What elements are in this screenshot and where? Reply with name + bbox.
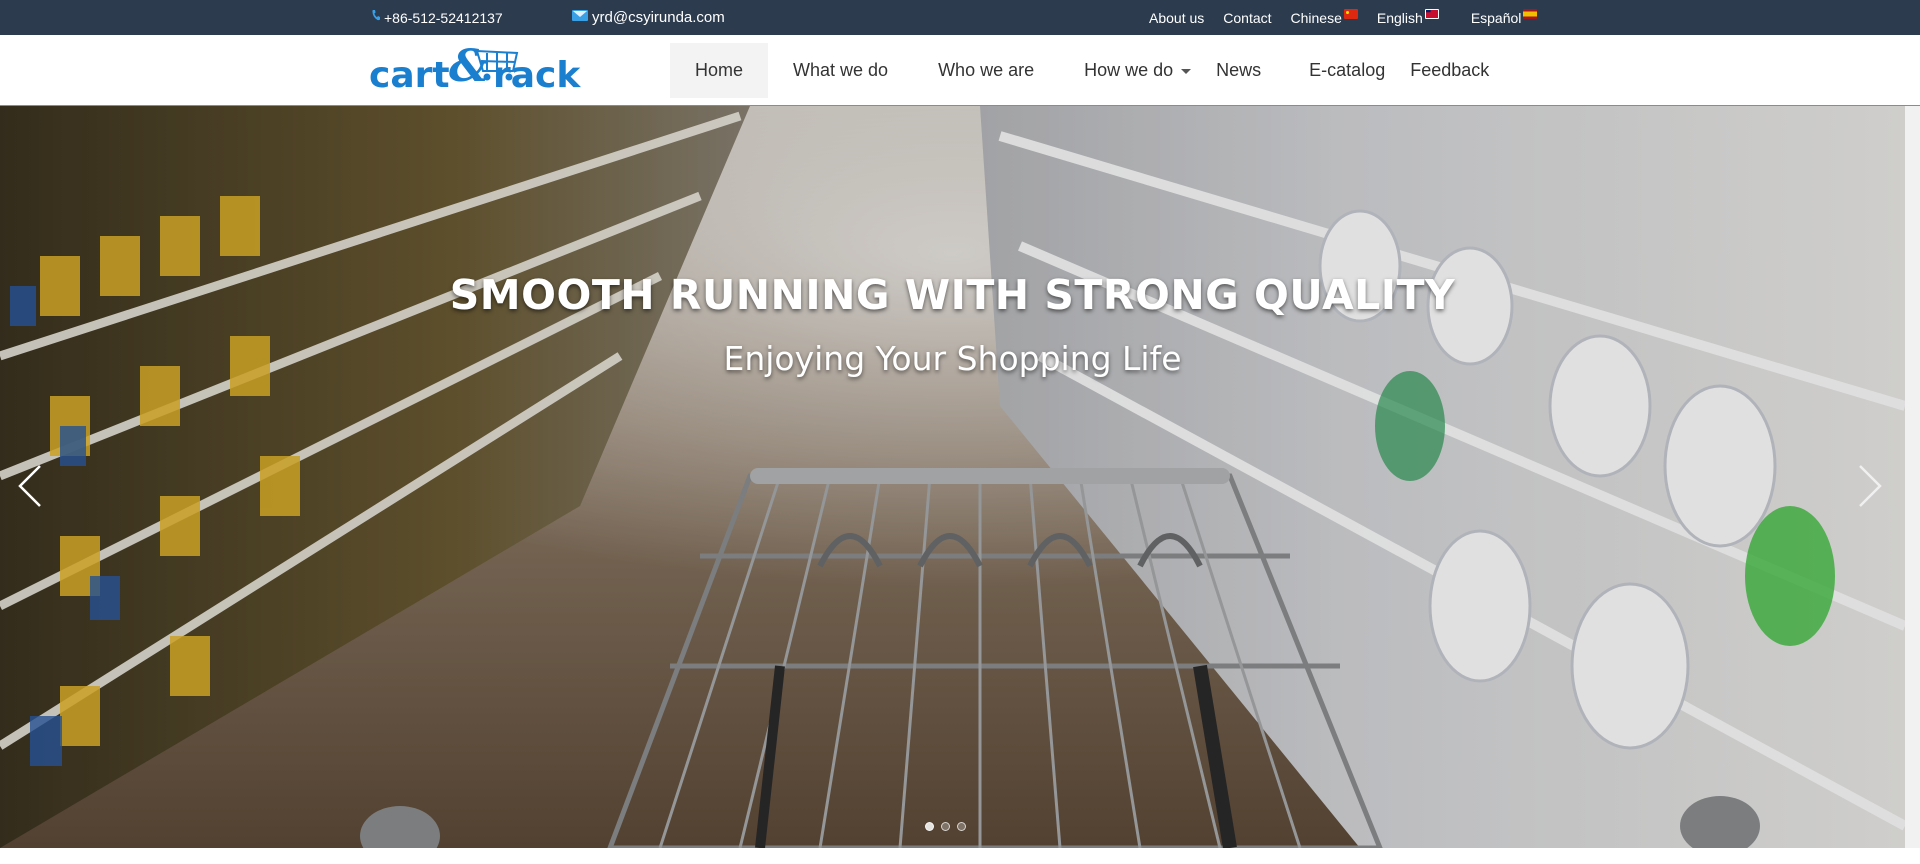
nav-who-we-are[interactable]: Who we are <box>938 43 1034 98</box>
svg-text:cart: cart <box>369 55 450 96</box>
chevron-down-icon <box>1181 69 1192 74</box>
nav-what-we-do[interactable]: What we do <box>793 43 888 98</box>
svg-text:rack: rack <box>493 55 581 96</box>
language-espanol-label[interactable]: Español <box>1471 10 1522 26</box>
main-nav: Home What we do Who we are How we do New… <box>670 43 1489 98</box>
top-links: About us Contact Chinese English Español <box>1149 0 1556 35</box>
slider-dot-2[interactable] <box>941 822 950 831</box>
phone-contact: +86-512-52412137 <box>372 0 503 35</box>
language-chinese[interactable]: Chinese <box>1291 8 1358 26</box>
chevron-right-icon[interactable] <box>1852 456 1888 516</box>
link-contact[interactable]: Contact <box>1223 10 1271 26</box>
link-about-us-label[interactable]: About us <box>1149 10 1204 26</box>
email-address[interactable]: yrd@csyirunda.com <box>592 9 725 26</box>
link-contact-label[interactable]: Contact <box>1223 10 1271 26</box>
nav-home-label[interactable]: Home <box>695 60 743 81</box>
link-about-us[interactable]: About us <box>1149 10 1204 26</box>
nav-feedback[interactable]: Feedback <box>1410 43 1489 98</box>
site-header: cart & rack Home What we do Who we are H… <box>0 35 1920 106</box>
email-contact[interactable]: yrd@csyirunda.com <box>572 0 725 35</box>
hero-background-image <box>0 106 1905 848</box>
nav-e-catalog-label[interactable]: E-catalog <box>1309 60 1385 81</box>
uk-flag-icon <box>1424 8 1439 19</box>
nav-how-we-do[interactable]: How we do <box>1084 43 1192 98</box>
nav-news[interactable]: News <box>1216 43 1261 98</box>
nav-feedback-label[interactable]: Feedback <box>1410 60 1489 81</box>
nav-what-we-do-label[interactable]: What we do <box>793 60 888 81</box>
language-espanol[interactable]: Español <box>1471 8 1538 26</box>
es-flag-icon <box>1523 8 1538 19</box>
chevron-left-icon[interactable] <box>12 456 48 516</box>
page-scrollbar[interactable] <box>1905 106 1920 848</box>
nav-home[interactable]: Home <box>670 43 769 98</box>
email-icon <box>572 10 588 21</box>
slider-dot-1[interactable] <box>925 822 934 831</box>
language-chinese-label[interactable]: Chinese <box>1291 10 1342 26</box>
svg-text:&: & <box>449 41 489 92</box>
nav-how-we-do-label[interactable]: How we do <box>1084 60 1173 81</box>
hero-slider: SMOOTH RUNNING WITH STRONG QUALITY Enjoy… <box>0 106 1905 848</box>
nav-news-label[interactable]: News <box>1216 60 1261 81</box>
language-english-label[interactable]: English <box>1377 10 1423 26</box>
slider-pagination <box>925 822 966 831</box>
cart-rack-logo[interactable]: cart & rack <box>369 41 595 99</box>
nav-e-catalog[interactable]: E-catalog <box>1309 43 1385 98</box>
slider-dot-3[interactable] <box>957 822 966 831</box>
top-bar: +86-512-52412137 yrd@csyirunda.com About… <box>0 0 1920 35</box>
nav-who-we-are-label[interactable]: Who we are <box>938 60 1034 81</box>
phone-number: +86-512-52412137 <box>384 9 503 26</box>
hero-title: SMOOTH RUNNING WITH STRONG QUALITY <box>449 271 1456 319</box>
hero-subtitle: Enjoying Your Shopping Life <box>723 339 1182 378</box>
language-english[interactable]: English <box>1377 8 1439 26</box>
phone-icon <box>372 9 380 20</box>
cn-flag-icon <box>1343 8 1358 19</box>
